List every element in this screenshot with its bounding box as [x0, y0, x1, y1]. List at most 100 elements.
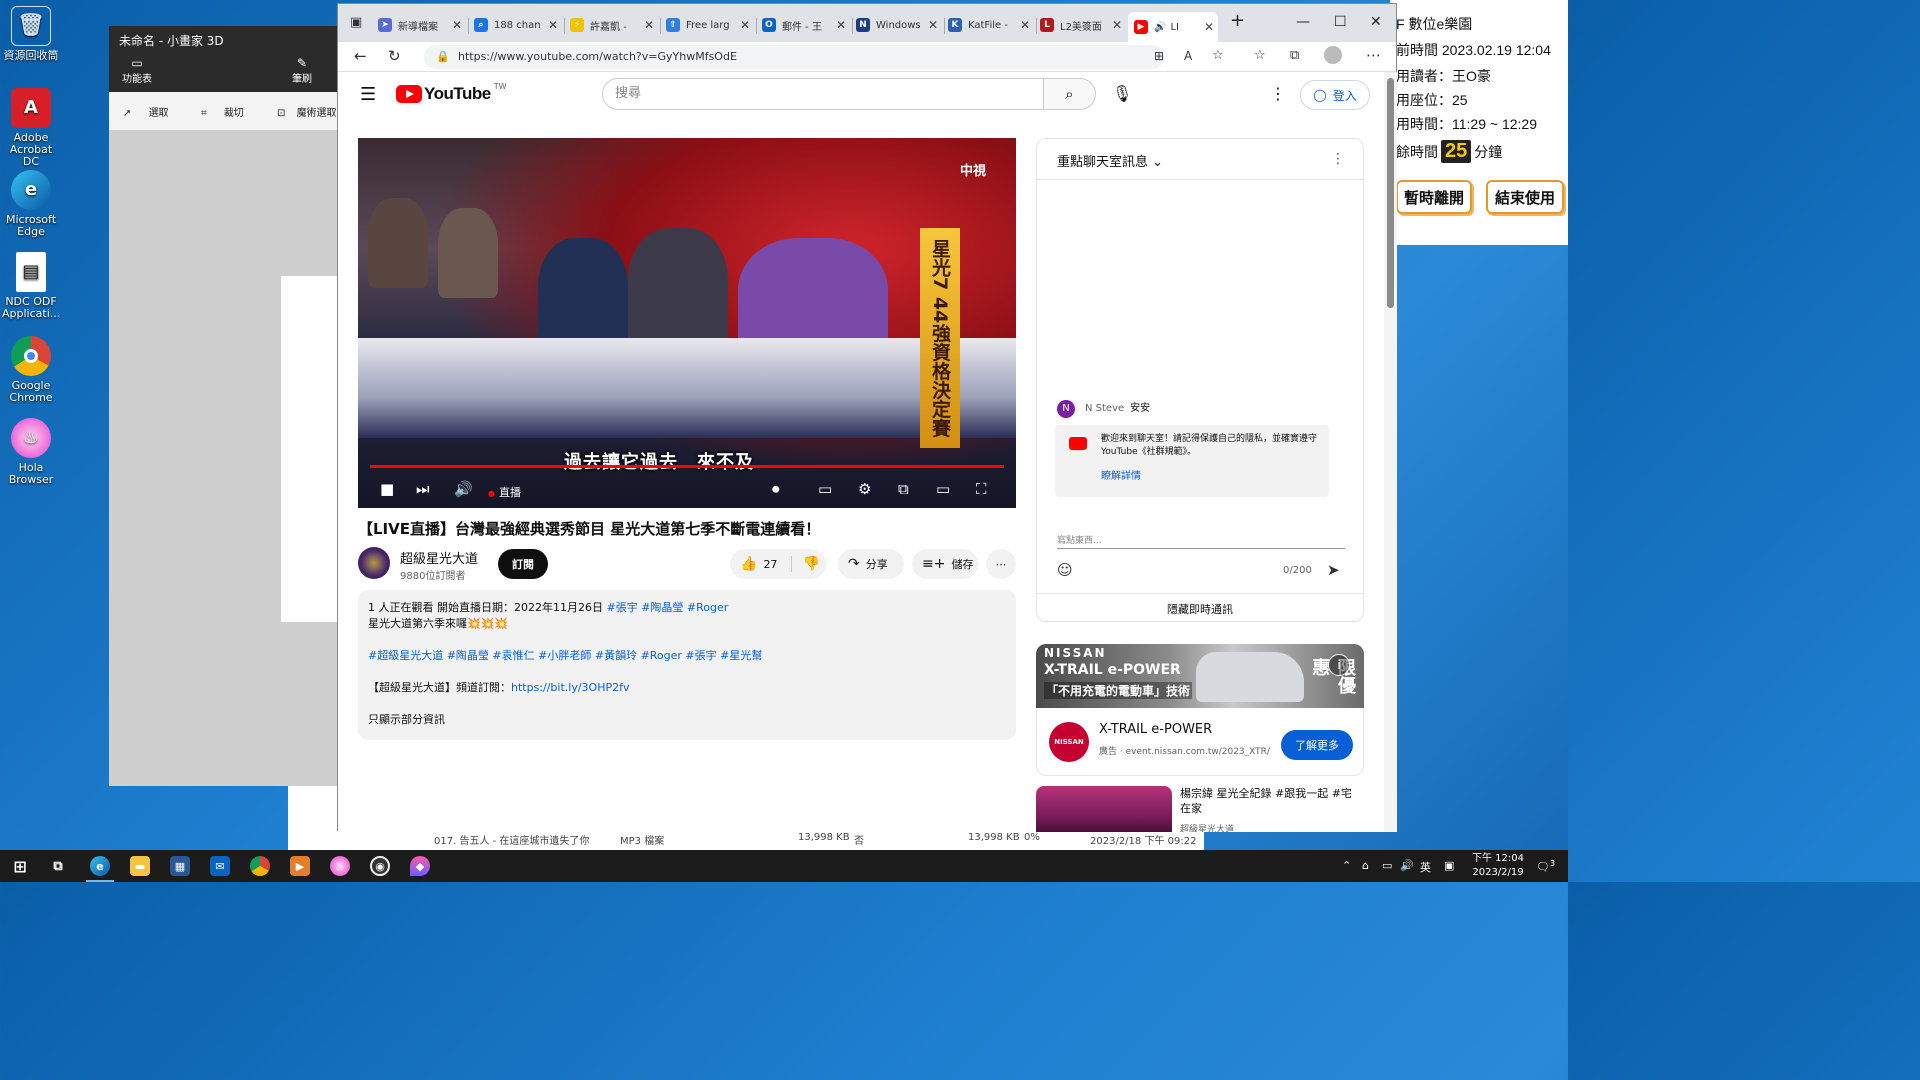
tab-3[interactable]: ⚡ 許嘉凱 - ✕ — [570, 12, 658, 38]
tab-1[interactable]: ➤ 新導檔案 ✕ — [378, 12, 466, 38]
chat-author[interactable]: N Steve — [1085, 403, 1124, 414]
scrollbar-thumb[interactable] — [1387, 78, 1394, 308]
close-icon[interactable]: ✕ — [644, 18, 654, 32]
tab-4[interactable]: ⇧ Free larg ✕ — [666, 12, 754, 38]
app-available-icon[interactable]: ⊞ — [1154, 49, 1164, 63]
magic-select-tool[interactable]: ⊡ 魔術選取 — [277, 104, 337, 119]
maximize-button[interactable]: ☐ — [1334, 14, 1347, 30]
select-tool[interactable]: ➚ 選取 — [123, 104, 169, 119]
recommended-thumbnail[interactable] — [1036, 786, 1172, 832]
chat-menu-icon[interactable]: ⋮ — [1331, 151, 1345, 167]
like-icon[interactable]: 👍 — [740, 556, 757, 572]
read-aloud-icon[interactable]: A — [1184, 49, 1192, 63]
crop-tool[interactable]: ⌗ 裁切 — [201, 104, 244, 119]
url-field[interactable]: 🔒 https://www.youtube.com/watch?v=GyYhwM… — [424, 45, 1164, 69]
edge-icon[interactable]: e — [90, 856, 110, 876]
favorites-icon[interactable]: ☆ — [1254, 48, 1266, 63]
input-language[interactable]: 英 — [1420, 859, 1431, 875]
network-icon[interactable]: ⌂ — [1362, 859, 1369, 872]
profile-avatar[interactable] — [1324, 46, 1342, 64]
hola-icon[interactable]: ♨ — [330, 856, 350, 876]
autoplay-toggle-icon[interactable]: ⏺ — [772, 480, 780, 498]
paint3d-brush-button[interactable]: ✎ 筆刷 — [287, 56, 317, 85]
video-description[interactable]: 1 人正在觀看 開始直播日期：2022年11月26日 #張宇 #陶晶瑩 #Rog… — [358, 590, 1016, 740]
minimize-button[interactable]: — — [1296, 14, 1310, 30]
close-icon[interactable]: ✕ — [1112, 18, 1122, 32]
tab-5[interactable]: O 郵件 - 王 ✕ — [762, 12, 850, 38]
search-input[interactable]: 搜尋 — [602, 78, 1044, 110]
tab-2[interactable]: ⌕ 188 chan ✕ — [474, 12, 562, 38]
end-session-button[interactable]: 結束使用 — [1486, 180, 1564, 214]
refresh-icon[interactable]: ↻ — [388, 47, 401, 65]
close-icon[interactable]: ✕ — [928, 18, 938, 32]
ad-banner-image[interactable]: NISSAN X-TRAIL e-POWER 「不用充電的電動車」技術 限優惠 … — [1036, 644, 1364, 708]
desktop-icon-odf[interactable]: ▤ NDC ODF Applicati... — [2, 252, 60, 320]
close-icon[interactable]: ✕ — [836, 18, 846, 32]
desktop-icon-edge[interactable]: e Microsoft Edge — [2, 170, 60, 238]
ad-card[interactable]: NISSAN X-TRAIL e-POWER 廣告 · event.nissan… — [1036, 708, 1364, 776]
stop-icon[interactable]: ■ — [380, 480, 394, 498]
close-window-button[interactable]: ✕ — [1370, 14, 1382, 30]
theater-mode-icon[interactable]: ▭ — [936, 480, 950, 498]
fullscreen-icon[interactable]: ⛶ — [976, 480, 987, 498]
live-indicator[interactable]: 直播 — [488, 484, 521, 500]
tab-6[interactable]: N Windows ✕ — [856, 12, 942, 38]
save-button[interactable]: ≡+ 儲存 — [912, 549, 978, 579]
ad-info-icon[interactable]: i — [1328, 654, 1350, 676]
hamburger-menu-icon[interactable]: ☰ — [360, 84, 376, 105]
paint3d-canvas-area[interactable] — [109, 130, 349, 786]
close-icon[interactable]: ✕ — [452, 18, 462, 32]
system-clock[interactable]: 下午 12:04 2023/2/19 — [1466, 852, 1530, 880]
page-scrollbar[interactable] — [1384, 72, 1397, 832]
like-count[interactable]: 27 — [763, 558, 777, 571]
desktop-icon-hola[interactable]: ♨ Hola Browser — [2, 418, 60, 486]
sign-in-button[interactable]: ◯ 登入 — [1300, 80, 1370, 110]
close-icon[interactable]: ✕ — [1204, 20, 1214, 34]
lock-icon[interactable]: 🔒 — [436, 45, 450, 69]
speaker-icon[interactable]: 🔊 — [1154, 22, 1166, 33]
search-button[interactable]: ⌕ — [1044, 78, 1096, 110]
share-button[interactable]: ↷ 分享 — [838, 549, 904, 579]
collections-icon[interactable]: ⧉ — [1290, 48, 1299, 63]
subscribe-link[interactable]: https://bit.ly/3OHP2fv — [511, 681, 630, 694]
captions-icon[interactable]: ▭ — [818, 480, 832, 498]
progress-bar[interactable] — [370, 465, 1004, 468]
mail-icon[interactable]: ✉ — [210, 856, 230, 876]
send-icon[interactable]: ➤ — [1327, 561, 1340, 579]
subscribe-button[interactable]: 訂閱 — [498, 549, 548, 579]
show-less-button[interactable]: 只顯示部分資訊 — [368, 712, 1006, 728]
favorite-star-icon[interactable]: ☆ — [1212, 48, 1224, 63]
channel-name[interactable]: 超級星光大道 — [400, 548, 478, 567]
paint3d-menu-button[interactable]: ▭ 功能表 — [119, 56, 155, 85]
desktop-icon-acrobat[interactable]: A Adobe Acrobat DC — [2, 88, 60, 168]
emoji-icon[interactable]: ☺ — [1057, 561, 1073, 579]
ime-icon[interactable]: ▣ — [1444, 859, 1454, 872]
close-icon[interactable]: ✕ — [548, 18, 558, 32]
more-actions-button[interactable]: ⋯ — [986, 549, 1016, 579]
chat-input[interactable]: 寫點東西... — [1057, 533, 1345, 549]
file-explorer-icon[interactable]: ▬ — [130, 856, 150, 876]
channel-avatar[interactable] — [358, 547, 390, 579]
settings-gear-icon[interactable]: ⚙ — [858, 480, 871, 498]
windows-start-icon[interactable]: ⊞ — [10, 856, 30, 876]
recommended-channel[interactable]: 超級星光大道 — [1180, 822, 1234, 832]
volume-icon[interactable]: 🔊 — [1400, 859, 1414, 872]
microphone-icon[interactable]: 🎙 — [1112, 84, 1132, 103]
new-tab-button[interactable]: + — [1230, 10, 1245, 31]
hide-chat-button[interactable]: 隱藏即時通訊 — [1037, 601, 1363, 617]
recommended-title[interactable]: 楊宗緯 星光全紀錄 #跟我一起 #宅在家 — [1180, 786, 1360, 816]
back-arrow-icon[interactable]: ← — [354, 47, 367, 65]
disc-player-icon[interactable]: ◉ — [370, 856, 390, 876]
dislike-icon[interactable]: 👎 — [791, 556, 820, 572]
store-icon[interactable]: ▦ — [170, 856, 190, 876]
next-icon[interactable]: ⏭ — [416, 480, 430, 498]
tab-8[interactable]: L L2美簽面 ✕ — [1040, 12, 1126, 38]
chat-mode-dropdown[interactable]: 重點聊天室訊息 ⌄ — [1057, 151, 1163, 170]
learn-more-link[interactable]: 瞭解詳情 — [1101, 467, 1141, 482]
task-view-icon[interactable]: ⧉ — [48, 856, 68, 876]
tab-7[interactable]: K KatFile - ✕ — [948, 12, 1034, 38]
settings-dots-icon[interactable]: ⋮ — [1270, 84, 1286, 103]
media-player-icon[interactable]: ▶ — [290, 856, 310, 876]
learn-more-button[interactable]: 了解更多 — [1281, 730, 1353, 760]
tab-active-youtube[interactable]: ▶ 🔊 LI ✕ — [1128, 12, 1218, 42]
